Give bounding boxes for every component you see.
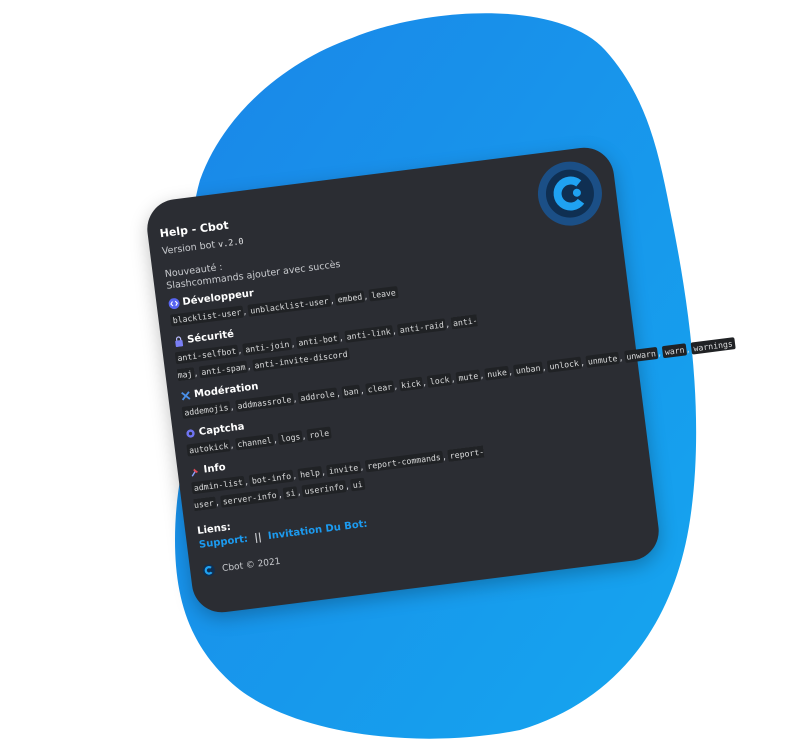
command-chip: autokick — [186, 439, 231, 457]
command-chip: addrole — [297, 387, 338, 405]
command-chip: channel — [234, 433, 275, 451]
command-chip: leave — [368, 286, 399, 302]
code-icon — [168, 297, 180, 310]
command-chip: lock — [427, 372, 453, 388]
command-chip: ban — [341, 384, 362, 399]
command-chip: userinfo — [301, 480, 347, 498]
command-chip: anti-selfbot — [174, 344, 239, 365]
command-chip: mute — [455, 369, 481, 385]
link-separator: || — [253, 532, 263, 544]
version-label: Version bot — [161, 239, 216, 258]
footer-logo-icon — [202, 564, 215, 577]
lock-icon — [173, 335, 185, 348]
support-link[interactable]: Support: — [198, 534, 248, 551]
version-value: v.2.0 — [217, 236, 245, 251]
command-chip: nuke — [484, 365, 510, 381]
command-chip: blacklist-user — [169, 305, 244, 327]
command-chip: addmassrole — [234, 392, 295, 413]
command-chip: logs — [277, 430, 304, 445]
command-chip: embed — [334, 290, 365, 306]
command-chip: anti-link — [343, 324, 394, 343]
gear-icon — [184, 427, 196, 439]
command-sections: Développeur blacklist-user, unblacklist-us… — [168, 244, 736, 514]
pin-icon — [189, 465, 201, 477]
command-chip: help — [297, 465, 323, 481]
command-chip: report-commands — [364, 450, 444, 473]
command-chip: bot-info — [249, 469, 294, 487]
command-chip: kick — [398, 376, 424, 392]
command-chip: unlock — [546, 356, 582, 373]
command-chip: ui — [350, 477, 366, 492]
command-chip: anti-raid — [397, 318, 447, 337]
command-chip: server-info — [219, 488, 280, 508]
command-chip: anti-join — [242, 337, 293, 356]
command-chip: anti-bot — [295, 331, 341, 350]
command-chip: clear — [364, 380, 395, 396]
command-chip: invite — [326, 461, 361, 478]
tools-icon — [180, 390, 192, 402]
command-chip: unmute — [585, 351, 620, 368]
command-chip: unban — [513, 361, 544, 377]
command-chip: addemojis — [181, 400, 232, 419]
help-embed-card: Help - Cbot Version bot v.2.0 Nouveauté … — [143, 144, 736, 616]
command-chip: anti-spam — [198, 360, 249, 379]
section-title: Info — [203, 461, 227, 476]
command-chip: admin-list — [191, 475, 246, 495]
footer-text: Cbot © 2021 — [221, 556, 282, 574]
command-chip: role — [306, 426, 332, 442]
